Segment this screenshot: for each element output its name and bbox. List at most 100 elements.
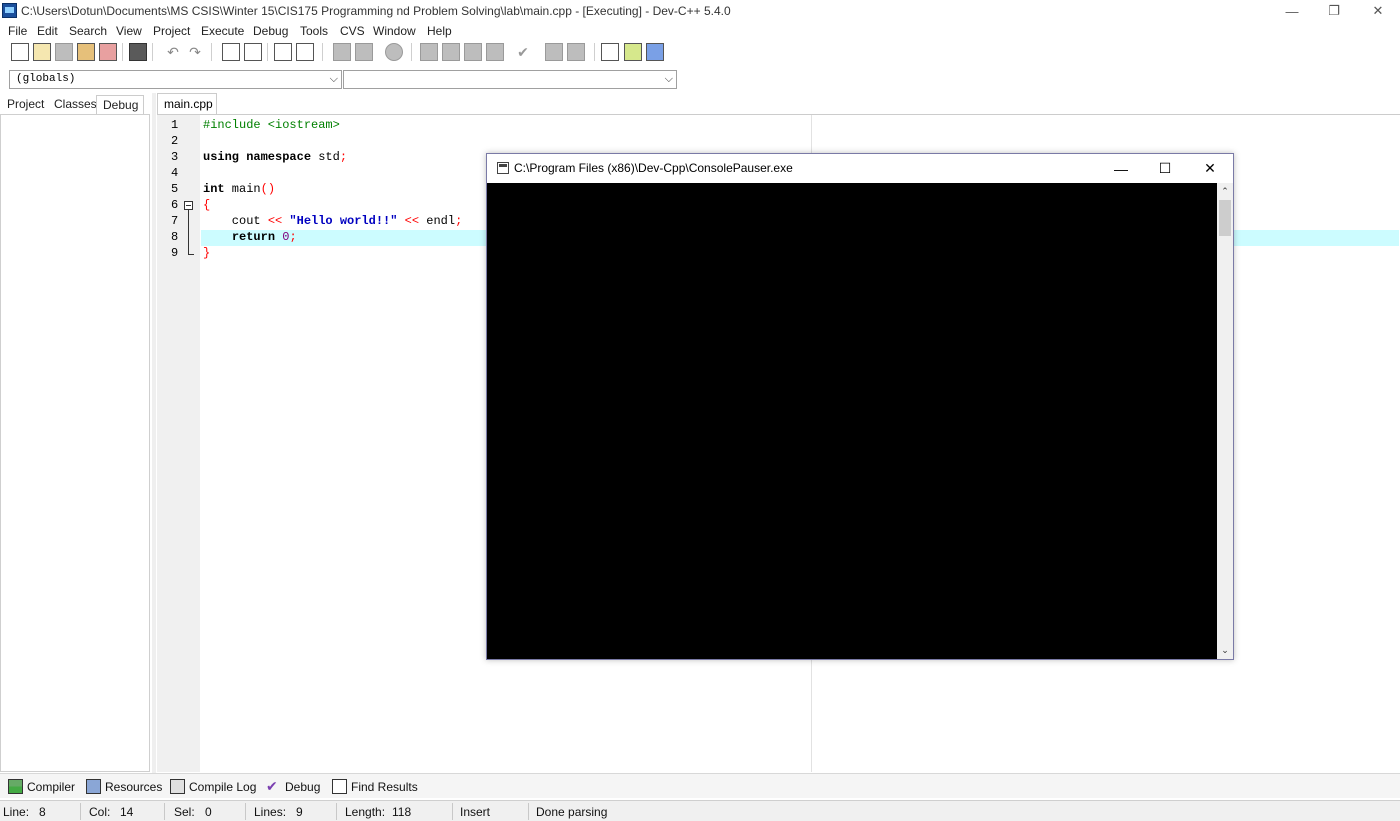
replace-icon[interactable] <box>244 43 262 61</box>
code-line-6: { <box>203 198 211 212</box>
status-col-label: Col: <box>89 805 111 819</box>
project-options-icon[interactable] <box>385 43 403 61</box>
menu-project[interactable]: Project <box>153 24 190 38</box>
scrollbar-thumb[interactable] <box>1219 200 1231 236</box>
toolbar-separator <box>594 43 595 61</box>
restore-button[interactable]: ❐ <box>1312 0 1356 22</box>
chevron-down-icon[interactable]: ⌵ <box>665 72 673 86</box>
line-number: 4 <box>171 166 179 180</box>
run-icon[interactable] <box>442 43 460 61</box>
menu-search[interactable]: Search <box>69 24 107 38</box>
toolbar-separator <box>211 43 212 61</box>
menu-tools[interactable]: Tools <box>300 24 328 38</box>
status-sel-value: 0 <box>205 805 212 819</box>
member-combo[interactable]: ⌵ <box>343 70 677 89</box>
console-minimize-button[interactable]: — <box>1099 154 1143 183</box>
scroll-up-icon[interactable]: ⌃ <box>1219 184 1231 198</box>
status-lines-label: Lines: <box>254 805 287 819</box>
toolbar-separator <box>411 43 412 61</box>
indent-icon[interactable] <box>296 43 314 61</box>
debug-icon[interactable] <box>545 43 563 61</box>
tab-compiler-label: Compiler <box>27 779 76 794</box>
class-browser-icon[interactable] <box>646 43 664 61</box>
find-icon[interactable] <box>222 43 240 61</box>
console-title-bar[interactable]: C:\Program Files (x86)\Dev-Cpp\ConsolePa… <box>487 154 1233 183</box>
toolbar-separator <box>267 43 268 61</box>
class-combo[interactable]: (globals) ⌵ <box>9 70 342 89</box>
check-syntax-icon[interactable]: ✔ <box>514 43 532 61</box>
tab-resources[interactable]: Resources <box>86 777 162 796</box>
tab-debug-output[interactable]: ✔ Debug <box>266 777 320 796</box>
tab-compile-log[interactable]: Compile Log <box>170 777 256 796</box>
remove-from-project-icon[interactable] <box>355 43 373 61</box>
add-to-project-icon[interactable] <box>333 43 351 61</box>
open-file-icon[interactable] <box>33 43 51 61</box>
console-app-icon <box>497 162 509 174</box>
status-separator <box>245 803 246 820</box>
menu-execute[interactable]: Execute <box>201 24 244 38</box>
title-bar: C:\Users\Dotun\Documents\MS CSIS\Winter … <box>0 0 1400 22</box>
scroll-down-icon[interactable]: ⌄ <box>1219 643 1231 657</box>
menu-view[interactable]: View <box>116 24 142 38</box>
menu-cvs[interactable]: CVS <box>340 24 365 38</box>
editor-tab-main-cpp[interactable]: main.cpp <box>157 93 217 114</box>
menu-window[interactable]: Window <box>373 24 416 38</box>
line-gutter: 1 2 3 4 5 6 7 8 9 <box>157 115 200 772</box>
tab-compiler[interactable]: Compiler <box>8 777 75 796</box>
rebuild-icon[interactable] <box>486 43 504 61</box>
fold-collapse-icon[interactable] <box>184 201 193 210</box>
compile-icon[interactable] <box>420 43 438 61</box>
code-line-7: cout << "Hello world!!" << endl; <box>203 214 463 228</box>
toolbar-separator <box>152 43 153 61</box>
status-insert-mode: Insert <box>460 805 491 819</box>
compile-run-icon[interactable] <box>464 43 482 61</box>
chevron-down-icon[interactable]: ⌵ <box>330 72 338 86</box>
toolbar-separator <box>122 43 123 61</box>
goto-definition-icon[interactable] <box>624 43 642 61</box>
close-button[interactable]: ✕ <box>1356 0 1400 22</box>
fold-guide-end <box>188 254 194 255</box>
console-output[interactable] <box>487 183 1217 659</box>
print-icon[interactable] <box>129 43 147 61</box>
panel-splitter[interactable] <box>152 93 156 773</box>
save-all-icon[interactable] <box>77 43 95 61</box>
new-file-icon[interactable] <box>11 43 29 61</box>
status-length-value: 118 <box>392 805 412 819</box>
save-icon[interactable] <box>55 43 73 61</box>
status-separator <box>336 803 337 820</box>
tab-compile-log-label: Compile Log <box>189 779 257 794</box>
status-separator <box>528 803 529 820</box>
line-number: 2 <box>171 134 179 148</box>
tab-resources-label: Resources <box>105 779 163 794</box>
tab-project[interactable]: Project <box>1 95 50 114</box>
console-title: C:\Program Files (x86)\Dev-Cpp\ConsolePa… <box>514 161 793 175</box>
goto-line-icon[interactable] <box>274 43 292 61</box>
status-col-value: 14 <box>120 805 134 819</box>
goto-declaration-icon[interactable] <box>601 43 619 61</box>
menu-edit[interactable]: Edit <box>37 24 58 38</box>
tab-debug-label: Debug <box>285 779 321 794</box>
code-line-8: return 0; <box>231 230 297 244</box>
menu-help[interactable]: Help <box>427 24 452 38</box>
console-close-button[interactable]: ✕ <box>1188 154 1232 183</box>
console-window[interactable]: C:\Program Files (x86)\Dev-Cpp\ConsolePa… <box>486 153 1234 660</box>
console-maximize-button[interactable]: ☐ <box>1143 154 1187 183</box>
close-file-icon[interactable] <box>99 43 117 61</box>
find-results-icon <box>332 779 347 794</box>
code-line-9: } <box>203 246 211 260</box>
menu-debug[interactable]: Debug <box>253 24 288 38</box>
minimize-button[interactable]: — <box>1270 0 1314 22</box>
status-line-value: 8 <box>39 805 46 819</box>
redo-icon[interactable]: ↷ <box>186 43 204 61</box>
profile-icon[interactable] <box>567 43 585 61</box>
tab-classes[interactable]: Classes <box>48 95 103 114</box>
menu-bar: File Edit Search View Project Execute De… <box>0 22 1400 40</box>
code-line-3: using namespace std; <box>203 150 348 164</box>
undo-icon[interactable]: ↶ <box>164 43 182 61</box>
menu-file[interactable]: File <box>8 24 27 38</box>
class-combo-value: (globals) <box>16 73 76 85</box>
tab-find-results-label: Find Results <box>351 779 418 794</box>
tab-debug[interactable]: Debug <box>96 95 144 114</box>
tab-find-results[interactable]: Find Results <box>332 777 418 796</box>
console-scrollbar[interactable]: ⌃ ⌄ <box>1217 183 1233 659</box>
